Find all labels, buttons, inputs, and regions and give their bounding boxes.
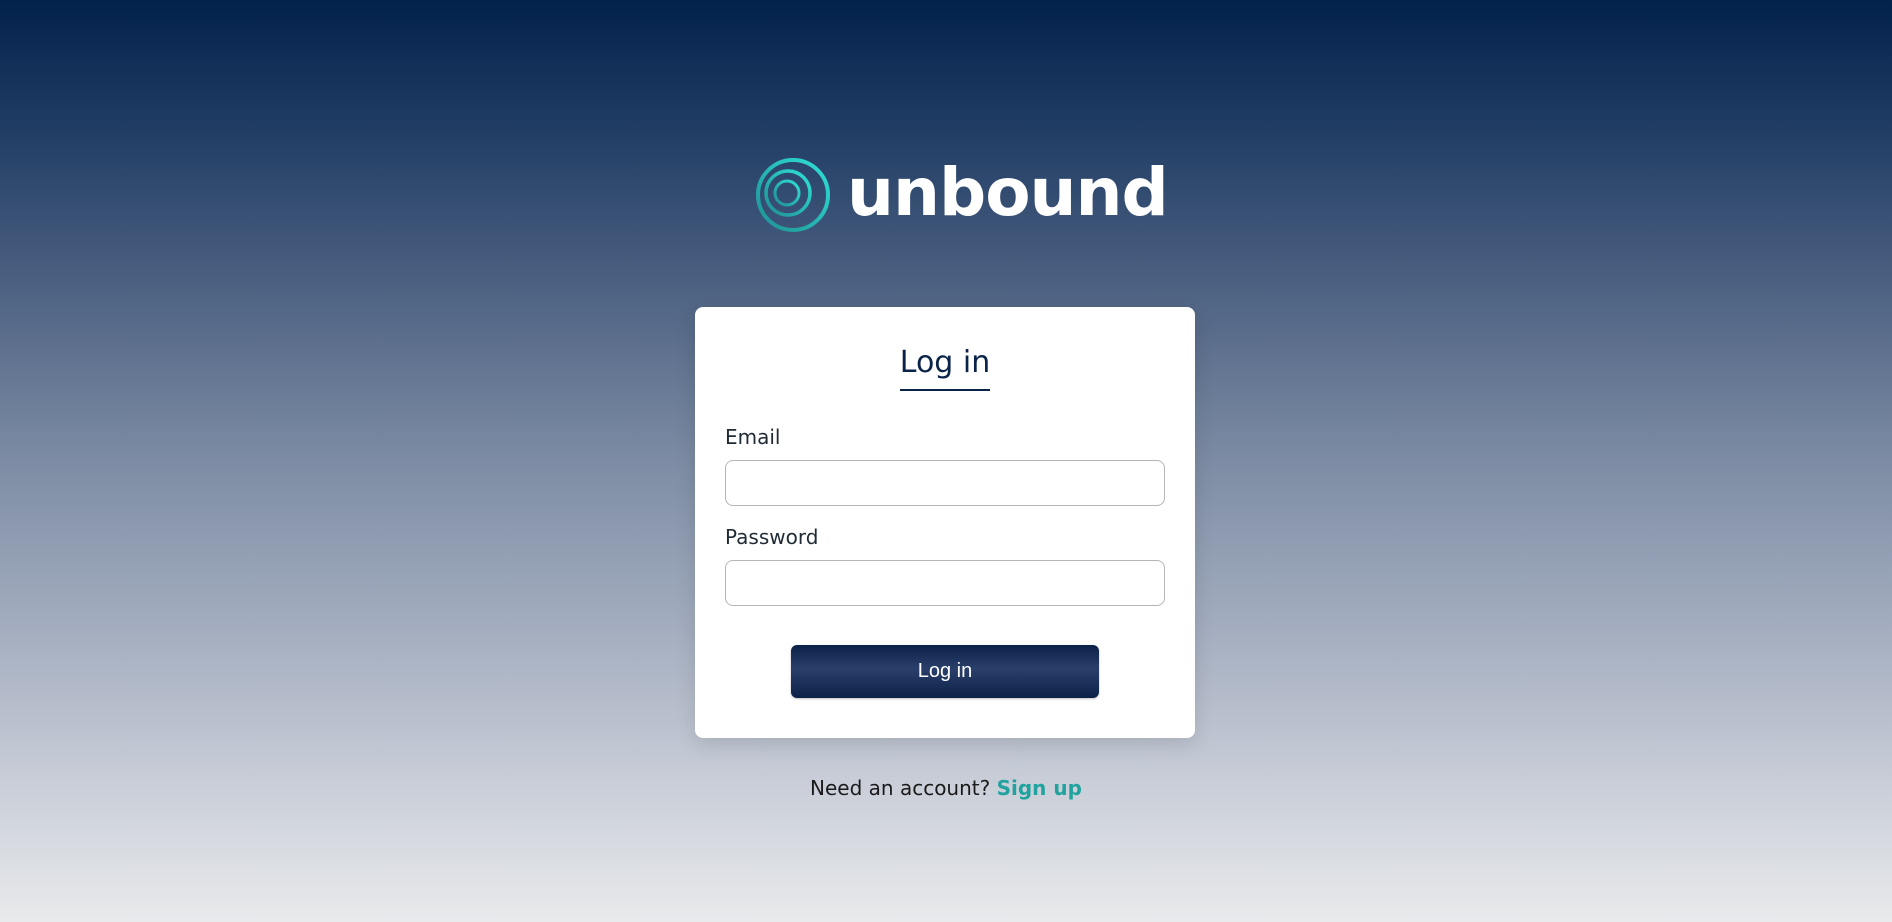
email-label: Email [725, 425, 781, 449]
password-label: Password [725, 525, 819, 549]
login-button[interactable]: Log in [791, 645, 1099, 698]
signup-prompt-text: Need an account? [810, 776, 991, 800]
login-title: Log in [899, 345, 991, 391]
email-field[interactable] [725, 460, 1165, 506]
login-title-container: Log in [695, 345, 1195, 391]
unbound-logo-icon [756, 158, 830, 232]
login-card: Log in Email Password Log in [695, 307, 1195, 738]
signup-prompt: Need an account? Sign up [0, 776, 1892, 800]
brand-name: unbound [847, 154, 1169, 231]
password-field[interactable] [725, 560, 1165, 606]
brand-header: unbound [755, 154, 1169, 235]
signup-link[interactable]: Sign up [997, 776, 1082, 800]
